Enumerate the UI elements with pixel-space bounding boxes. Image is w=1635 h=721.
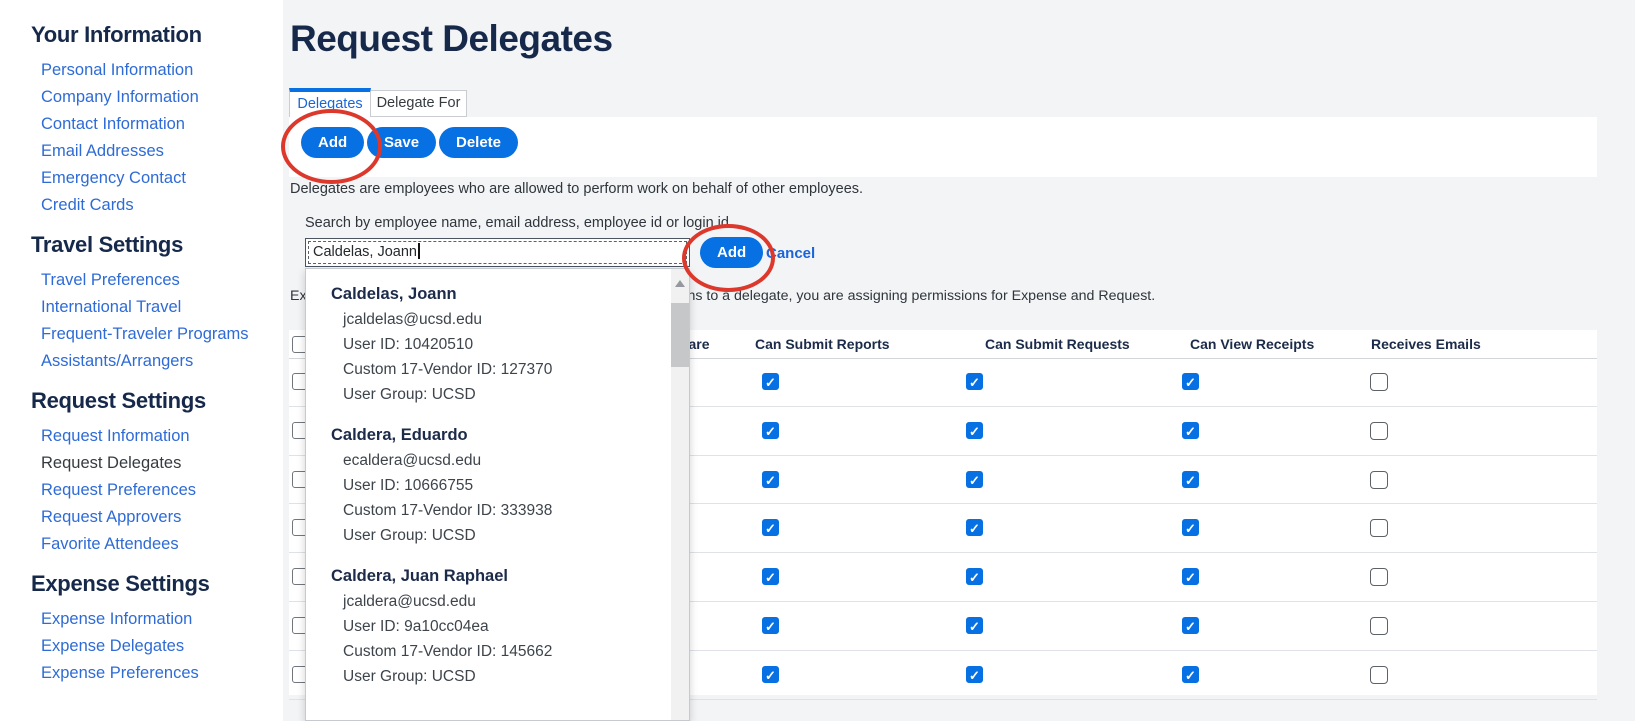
confirm-add-button[interactable]: Add: [700, 237, 763, 268]
can-view-receipts-checkbox[interactable]: [1182, 422, 1199, 439]
save-button[interactable]: Save: [367, 127, 436, 158]
can-submit-requests-checkbox[interactable]: [966, 373, 983, 390]
scrollbar-thumb[interactable]: [671, 303, 689, 367]
employee-user-group: User Group: UCSD: [343, 523, 689, 548]
receives-emails-checkbox[interactable]: [1370, 519, 1388, 537]
can-submit-requests-checkbox[interactable]: [966, 617, 983, 634]
sidebar-item-request-preferences[interactable]: Request Preferences: [41, 481, 283, 499]
sidebar-item-expense-preferences[interactable]: Expense Preferences: [41, 664, 283, 682]
employee-result[interactable]: Caldera, Eduardo ecaldera@ucsd.edu User …: [306, 423, 689, 548]
employee-email: jcaldera@ucsd.edu: [343, 589, 689, 614]
employee-vendor-id: Custom 17-Vendor ID: 333938: [343, 498, 689, 523]
can-submit-reports-checkbox[interactable]: [762, 471, 779, 488]
employee-vendor-id: Custom 17-Vendor ID: 127370: [343, 357, 689, 382]
column-header-can-submit-reports: Can Submit Reports: [755, 336, 890, 352]
page-title: Request Delegates: [290, 18, 613, 60]
tab-delegates[interactable]: Delegates: [289, 88, 371, 117]
can-view-receipts-checkbox[interactable]: [1182, 519, 1199, 536]
column-header-receives-emails: Receives Emails: [1371, 336, 1481, 352]
can-submit-requests-checkbox[interactable]: [966, 422, 983, 439]
can-view-receipts-checkbox[interactable]: [1182, 617, 1199, 634]
sidebar-item-expense-information[interactable]: Expense Information: [41, 610, 283, 628]
employee-result[interactable]: Caldera, Juan Raphael jcaldera@ucsd.edu …: [306, 564, 689, 689]
sidebar-item-request-delegates[interactable]: Request Delegates: [41, 454, 283, 472]
employee-name: Caldera, Juan Raphael: [331, 564, 689, 589]
can-submit-reports-checkbox[interactable]: [762, 568, 779, 585]
sidebar-item-email-addresses[interactable]: Email Addresses: [41, 142, 283, 160]
column-header-can-view-receipts: Can View Receipts: [1190, 336, 1314, 352]
can-submit-reports-checkbox[interactable]: [762, 519, 779, 536]
employee-user-id: User ID: 10420510: [343, 332, 689, 357]
receives-emails-checkbox[interactable]: [1370, 568, 1388, 586]
can-submit-requests-checkbox[interactable]: [966, 519, 983, 536]
sidebar-item-emergency-contact[interactable]: Emergency Contact: [41, 169, 283, 187]
can-submit-requests-checkbox[interactable]: [966, 666, 983, 683]
can-submit-requests-checkbox[interactable]: [966, 568, 983, 585]
sidebar-nav: Your Information Personal Information Co…: [0, 0, 283, 702]
cancel-link[interactable]: Cancel: [766, 245, 815, 262]
employee-user-group: User Group: UCSD: [343, 382, 689, 407]
search-results-list: Caldelas, Joann jcaldelas@ucsd.edu User …: [306, 269, 689, 689]
search-results-dropdown: Caldelas, Joann jcaldelas@ucsd.edu User …: [305, 268, 690, 721]
scroll-up-icon[interactable]: [675, 280, 685, 287]
receives-emails-checkbox[interactable]: [1370, 422, 1388, 440]
sidebar-heading-your-information: Your Information: [31, 20, 283, 50]
can-view-receipts-checkbox[interactable]: [1182, 373, 1199, 390]
sidebar-item-personal-information[interactable]: Personal Information: [41, 61, 283, 79]
sidebar-item-expense-delegates[interactable]: Expense Delegates: [41, 637, 283, 655]
sidebar-item-company-information[interactable]: Company Information: [41, 88, 283, 106]
employee-user-group: User Group: UCSD: [343, 664, 689, 689]
add-button[interactable]: Add: [301, 127, 364, 158]
employee-email: ecaldera@ucsd.edu: [343, 448, 689, 473]
sidebar-item-travel-preferences[interactable]: Travel Preferences: [41, 271, 283, 289]
receives-emails-checkbox[interactable]: [1370, 471, 1388, 489]
delete-button[interactable]: Delete: [439, 127, 518, 158]
employee-email: jcaldelas@ucsd.edu: [343, 307, 689, 332]
employee-result[interactable]: Caldelas, Joann jcaldelas@ucsd.edu User …: [306, 282, 689, 407]
sidebar-item-frequent-traveler-programs[interactable]: Frequent-Traveler Programs: [41, 325, 283, 343]
can-view-receipts-checkbox[interactable]: [1182, 568, 1199, 585]
can-view-receipts-checkbox[interactable]: [1182, 666, 1199, 683]
employee-name: Caldelas, Joann: [331, 282, 689, 307]
search-label: Search by employee name, email address, …: [305, 215, 729, 231]
employee-vendor-id: Custom 17-Vendor ID: 145662: [343, 639, 689, 664]
sidebar-item-credit-cards[interactable]: Credit Cards: [41, 196, 283, 214]
search-input[interactable]: Caldelas, Joann: [305, 238, 690, 267]
sidebar-item-contact-information[interactable]: Contact Information: [41, 115, 283, 133]
sidebar-item-favorite-attendees[interactable]: Favorite Attendees: [41, 535, 283, 553]
search-input-value: Caldelas, Joann: [313, 244, 417, 260]
receives-emails-checkbox[interactable]: [1370, 373, 1388, 391]
employee-user-id: User ID: 9a10cc04ea: [343, 614, 689, 639]
sidebar-item-international-travel[interactable]: International Travel: [41, 298, 283, 316]
column-header-can-submit-requests: Can Submit Requests: [985, 336, 1130, 352]
can-submit-reports-checkbox[interactable]: [762, 666, 779, 683]
can-submit-reports-checkbox[interactable]: [762, 422, 779, 439]
receives-emails-checkbox[interactable]: [1370, 617, 1388, 635]
can-submit-reports-checkbox[interactable]: [762, 373, 779, 390]
can-submit-reports-checkbox[interactable]: [762, 617, 779, 634]
sidebar-item-assistants-arrangers[interactable]: Assistants/Arrangers: [41, 352, 283, 370]
sidebar-heading-request-settings: Request Settings: [31, 386, 283, 416]
sidebar-heading-travel-settings: Travel Settings: [31, 230, 283, 260]
sidebar-item-request-information[interactable]: Request Information: [41, 427, 283, 445]
receives-emails-checkbox[interactable]: [1370, 666, 1388, 684]
employee-name: Caldera, Eduardo: [331, 423, 689, 448]
settings-sidebar: Your Information Personal Information Co…: [0, 0, 283, 721]
tab-delegate-for[interactable]: Delegate For: [371, 90, 467, 117]
dropdown-scrollbar[interactable]: [671, 269, 689, 720]
can-submit-requests-checkbox[interactable]: [966, 471, 983, 488]
sidebar-heading-expense-settings: Expense Settings: [31, 569, 283, 599]
delegates-description: Delegates are employees who are allowed …: [290, 181, 863, 197]
can-view-receipts-checkbox[interactable]: [1182, 471, 1199, 488]
employee-user-id: User ID: 10666755: [343, 473, 689, 498]
text-cursor: [418, 243, 420, 259]
sidebar-item-request-approvers[interactable]: Request Approvers: [41, 508, 283, 526]
